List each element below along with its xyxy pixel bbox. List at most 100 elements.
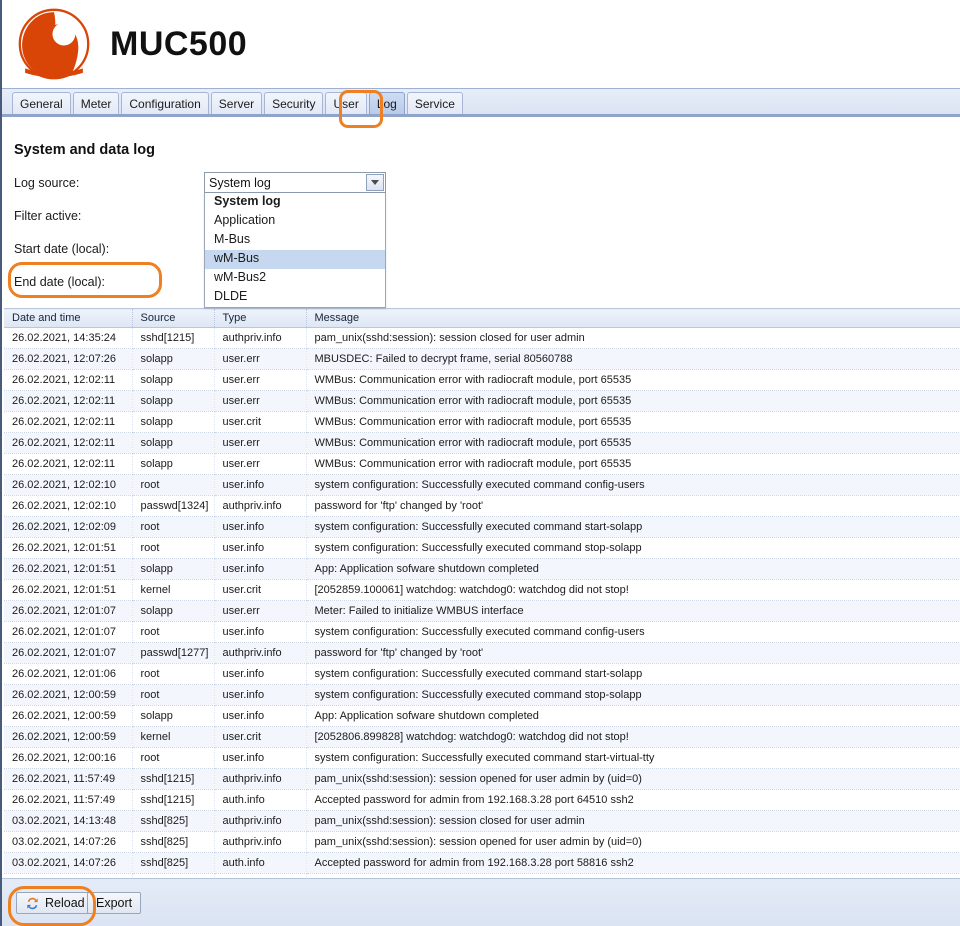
table-row[interactable]: 26.02.2021, 12:01:51 kernel user.crit [2052… (4, 579, 960, 601)
reload-button[interactable]: Reload (16, 892, 94, 914)
cell-message: MBUSDEC: Failed to decrypt frame, serial… (306, 348, 960, 370)
table-row[interactable]: 26.02.2021, 12:02:11 solapp user.err WMBus:… (4, 369, 960, 391)
table-row[interactable]: 26.02.2021, 12:01:06 root user.info system … (4, 663, 960, 685)
log-source-option-system-log[interactable]: System log (205, 193, 385, 212)
log-source-option-application[interactable]: Application (205, 212, 385, 231)
table-row[interactable]: 26.02.2021, 12:02:10 passwd[1324] authpriv… (4, 495, 960, 517)
cell-type: user.err (214, 432, 307, 454)
column-header-type[interactable]: Type (214, 308, 307, 328)
table-row[interactable]: 26.02.2021, 12:07:26 solapp user.err MBUSDE… (4, 348, 960, 370)
cell-source: passwd[1324] (132, 495, 215, 517)
form-row-start-date: Start date (local): (14, 236, 914, 261)
export-button-label: Export (96, 896, 133, 910)
log-source-option-list: System log Application M-Bus wM-Bus wM-B… (204, 193, 386, 308)
cell-date-and-time: 26.02.2021, 14:35:24 (4, 327, 133, 349)
export-button[interactable]: Export (87, 892, 142, 914)
cell-type: authpriv.info (214, 642, 307, 664)
tab-general[interactable]: General (12, 92, 71, 114)
cell-source: sshd[825] (132, 852, 215, 874)
table-row[interactable]: 26.02.2021, 12:01:07 passwd[1277] authpriv… (4, 642, 960, 664)
tab-configuration[interactable]: Configuration (121, 92, 209, 114)
cell-type: user.info (214, 516, 307, 538)
table-row[interactable]: 26.02.2021, 11:57:49 sshd[1215] authpriv.i… (4, 768, 960, 790)
cell-type: user.info (214, 705, 307, 727)
table-row[interactable]: 03.02.2021, 14:13:48 sshd[825] authpriv.in… (4, 810, 960, 832)
tab-service[interactable]: Service (406, 92, 463, 114)
cell-type: user.err (214, 390, 307, 412)
tab-server[interactable]: Server (210, 92, 263, 114)
cell-date-and-time: 26.02.2021, 12:02:11 (4, 411, 133, 433)
cell-source: root (132, 621, 215, 643)
cell-type: authpriv.info (214, 810, 307, 832)
cell-message: WMBus: Communication error with radiocra… (306, 453, 960, 475)
table-row[interactable]: 26.02.2021, 12:00:59 root user.info system … (4, 684, 960, 706)
cell-date-and-time: 26.02.2021, 12:02:11 (4, 390, 133, 412)
cell-date-and-time: 26.02.2021, 12:00:16 (4, 747, 133, 769)
cell-message: Meter: Failed to initialize WMBUS interf… (306, 600, 960, 622)
cell-date-and-time: 26.02.2021, 12:02:09 (4, 516, 133, 538)
chevron-down-icon[interactable] (366, 174, 384, 191)
cell-type: user.info (214, 537, 307, 559)
table-row[interactable]: 26.02.2021, 12:01:51 root user.info system … (4, 537, 960, 559)
table-row[interactable]: 26.02.2021, 14:35:24 sshd[1215] authpriv.i… (4, 327, 960, 349)
log-source-option-wm-bus[interactable]: wM-Bus (205, 250, 385, 269)
cell-source: sshd[1215] (132, 327, 215, 349)
log-source-option-dlde[interactable]: DLDE (205, 288, 385, 307)
table-row[interactable]: 26.02.2021, 12:02:11 solapp user.err WMBus:… (4, 432, 960, 454)
table-row[interactable]: 26.02.2021, 12:02:11 solapp user.err WMBus:… (4, 390, 960, 412)
cell-message: Accepted password for admin from 192.168… (306, 789, 960, 811)
tab-security[interactable]: Security (264, 92, 324, 114)
table-row[interactable]: 26.02.2021, 12:01:07 root user.info system … (4, 621, 960, 643)
cell-source: sshd[1215] (132, 789, 215, 811)
tab-user[interactable]: User (325, 92, 367, 114)
cell-type: user.info (214, 474, 307, 496)
tab-meter[interactable]: Meter (72, 92, 120, 114)
cell-message: App: Application sofware shutdown comple… (306, 558, 960, 580)
table-row[interactable]: 26.02.2021, 12:00:59 solapp user.info App: … (4, 705, 960, 727)
cell-date-and-time: 26.02.2021, 12:07:26 (4, 348, 133, 370)
cell-date-and-time: 03.02.2021, 14:13:48 (4, 810, 133, 832)
cell-source: sshd[825] (132, 810, 215, 832)
cell-source: solapp (132, 348, 215, 370)
cell-date-and-time: 03.02.2021, 14:07:26 (4, 831, 133, 853)
reload-button-label: Reload (45, 896, 85, 910)
cell-message: pam_unix(sshd:session): session closed f… (306, 327, 960, 349)
cell-date-and-time: 03.02.2021, 14:07:26 (4, 852, 133, 874)
cell-type: user.crit (214, 726, 307, 748)
log-source-option-m-bus[interactable]: M-Bus (205, 231, 385, 250)
cell-message: system configuration: Successfully execu… (306, 621, 960, 643)
table-row[interactable]: 26.02.2021, 12:01:07 solapp user.err Meter:… (4, 600, 960, 622)
log-source-select[interactable]: System log (204, 172, 386, 193)
table-row[interactable]: 26.02.2021, 12:00:16 root user.info system … (4, 747, 960, 769)
cell-source: kernel (132, 726, 215, 748)
cell-source: solapp (132, 600, 215, 622)
cell-date-and-time: 26.02.2021, 12:01:07 (4, 621, 133, 643)
log-source-selected-value: System log (209, 175, 271, 190)
table-row[interactable]: 03.02.2021, 14:07:26 sshd[825] authpriv.in… (4, 831, 960, 853)
column-header-date-and-time[interactable]: Date and time (4, 308, 133, 328)
cell-source: solapp (132, 558, 215, 580)
cell-source: solapp (132, 453, 215, 475)
table-row[interactable]: 03.02.2021, 14:07:26 sshd[825] auth.info Ac… (4, 852, 960, 874)
table-row[interactable]: 26.02.2021, 12:00:59 kernel user.crit [2052… (4, 726, 960, 748)
table-row[interactable]: 26.02.2021, 12:01:51 solapp user.info App: … (4, 558, 960, 580)
cell-source: root (132, 684, 215, 706)
table-row[interactable]: 26.02.2021, 12:02:11 solapp user.err WMBus:… (4, 453, 960, 475)
log-table-body: 26.02.2021, 14:35:24 sshd[1215] authpriv.i… (4, 327, 960, 926)
tab-log[interactable]: Log (368, 92, 405, 114)
cell-source: sshd[1215] (132, 768, 215, 790)
cell-source: solapp (132, 705, 215, 727)
cell-date-and-time: 26.02.2021, 12:01:07 (4, 642, 133, 664)
column-header-source[interactable]: Source (132, 308, 215, 328)
form-row-log-source: Log source: System log System log Applic… (14, 170, 914, 308)
column-header-message[interactable]: Message (306, 308, 960, 328)
table-row[interactable]: 26.02.2021, 12:02:09 root user.info system … (4, 516, 960, 538)
cell-message: system configuration: Successfully execu… (306, 537, 960, 559)
log-source-option-wm-bus2[interactable]: wM-Bus2 (205, 269, 385, 288)
cell-source: solapp (132, 432, 215, 454)
table-row[interactable]: 26.02.2021, 12:02:11 solapp user.crit WMBus… (4, 411, 960, 433)
table-row[interactable]: 26.02.2021, 12:02:10 root user.info system … (4, 474, 960, 496)
table-row[interactable]: 26.02.2021, 11:57:49 sshd[1215] auth.info A… (4, 789, 960, 811)
cell-date-and-time: 26.02.2021, 12:01:51 (4, 579, 133, 601)
cell-source: root (132, 516, 215, 538)
